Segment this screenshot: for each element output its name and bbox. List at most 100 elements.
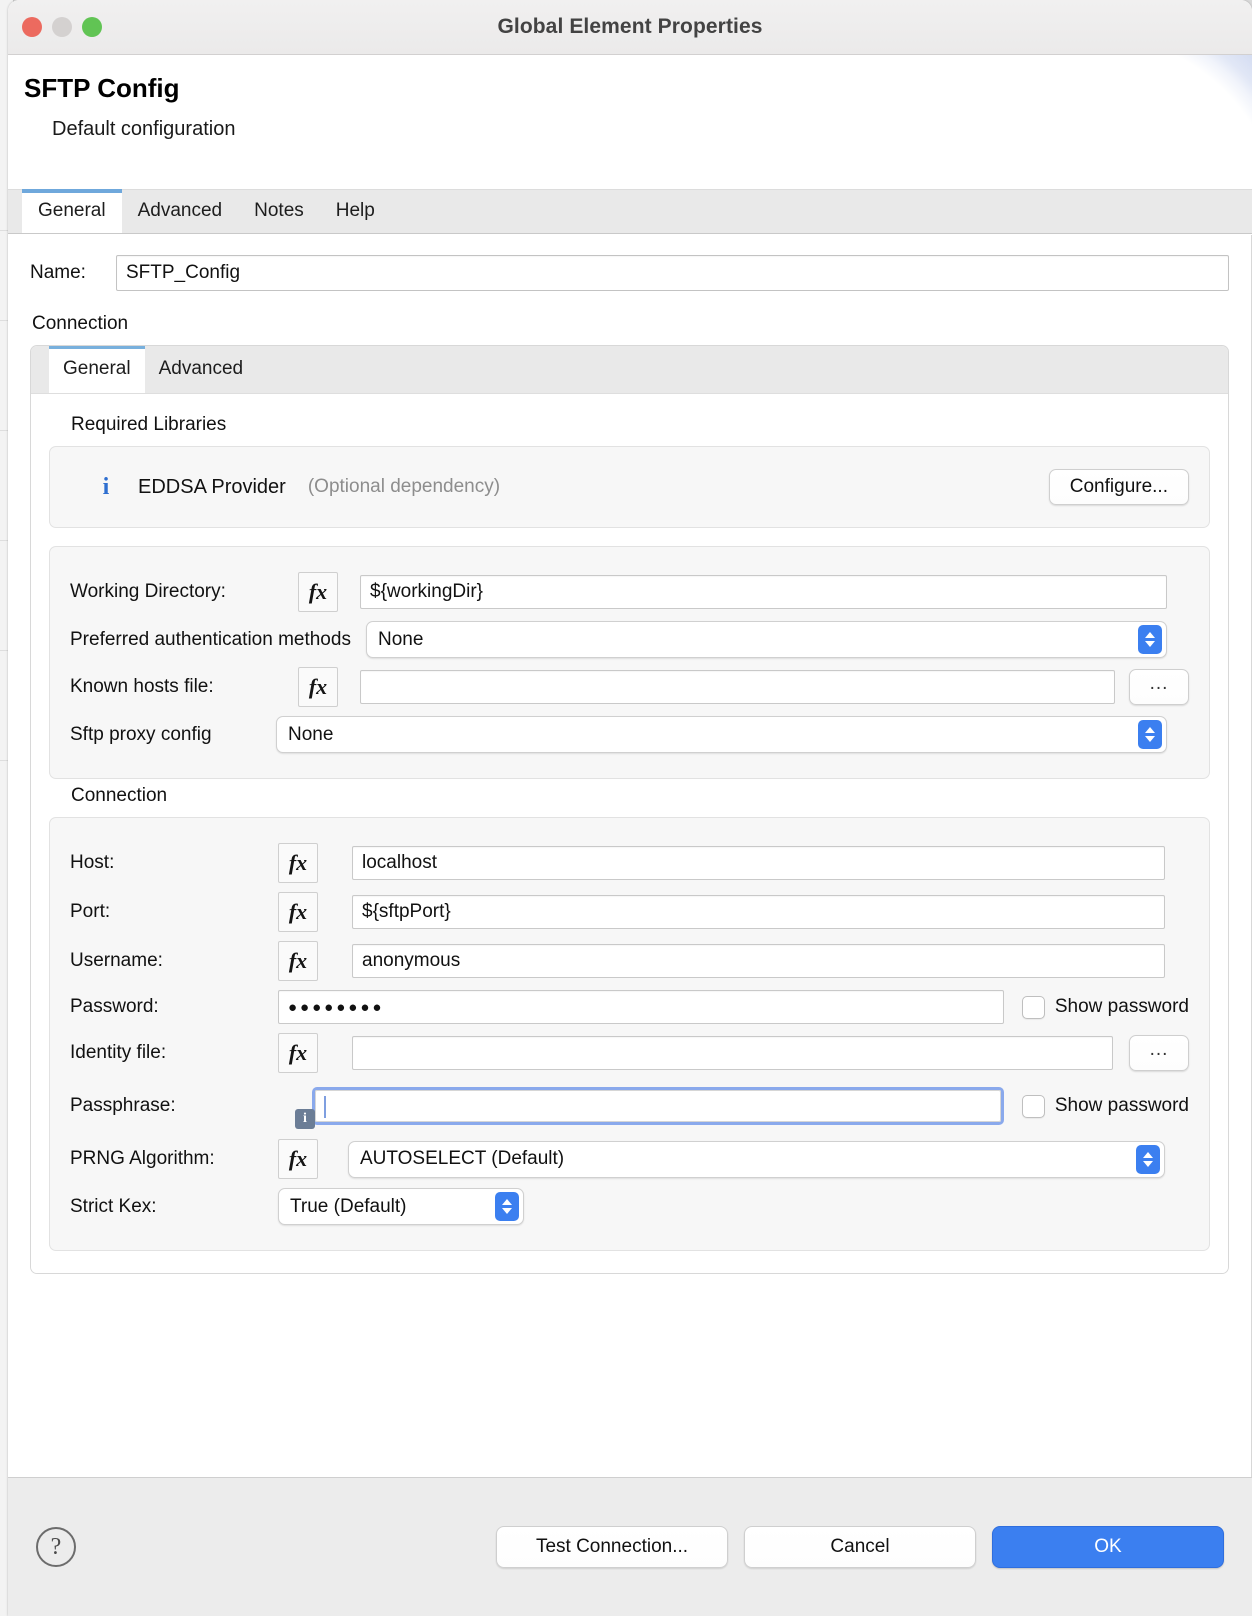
connection-tab-panel: Required Libraries i EDDSA Provider (Opt… (31, 394, 1228, 1273)
passphrase-info-badge-icon: i (295, 1109, 315, 1129)
chevron-updown-icon (1138, 720, 1162, 749)
known-hosts-input[interactable] (360, 670, 1115, 704)
passphrase-field-wrapper: i (295, 1087, 1004, 1129)
show-password-label: Show password (1054, 996, 1189, 1017)
known-hosts-browse-button[interactable]: ... (1129, 669, 1189, 705)
show-password-checkbox[interactable] (1021, 995, 1045, 1019)
prng-algorithm-select[interactable]: AUTOSELECT (Default) (348, 1140, 1165, 1178)
prng-algorithm-fx-button[interactable]: fx (278, 1139, 318, 1179)
tab-general[interactable]: General (22, 189, 122, 233)
library-optional-note: (Optional dependency) (307, 476, 501, 497)
prng-algorithm-value: AUTOSELECT (Default) (360, 1148, 565, 1169)
show-passphrase-checkbox[interactable] (1021, 1094, 1045, 1118)
identity-file-input[interactable] (352, 1036, 1113, 1070)
working-directory-row: Working Directory: fx (70, 572, 1189, 612)
password-row: Password: ●●●●●●●● Show password (70, 990, 1189, 1024)
working-directory-label: Working Directory: (70, 581, 226, 602)
sftp-proxy-value: None (288, 723, 334, 745)
known-hosts-label: Known hosts file: (70, 676, 214, 697)
name-label: Name: (30, 262, 86, 283)
cancel-button[interactable]: Cancel (744, 1526, 976, 1568)
identity-file-label: Identity file: (70, 1042, 167, 1063)
name-row: Name: (30, 255, 1229, 291)
strict-kex-row: Strict Kex: True (Default) (70, 1188, 1189, 1225)
window-title: Global Element Properties (497, 15, 763, 38)
port-fx-button[interactable]: fx (278, 892, 318, 932)
page-subtitle: Default configuration (52, 118, 236, 140)
show-passphrase-label: Show password (1054, 1095, 1189, 1116)
library-name: EDDSA Provider (138, 475, 286, 498)
known-hosts-fx-button[interactable]: fx (298, 667, 338, 707)
host-row: Host: fx (70, 843, 1189, 883)
sftp-proxy-row: Sftp proxy config None (70, 716, 1189, 753)
dialog-footer: ? Test Connection... Cancel OK (8, 1477, 1252, 1616)
show-passphrase-checkbox-wrap: Show password (1021, 1094, 1189, 1118)
header-decoration-arc-inner (1012, 55, 1252, 189)
window-titlebar: Global Element Properties (8, 0, 1252, 55)
password-label: Password: (70, 996, 159, 1017)
help-icon[interactable]: ? (36, 1527, 76, 1567)
username-row: Username: fx (70, 941, 1189, 981)
preferred-auth-select[interactable]: None (366, 621, 1167, 658)
preferred-auth-value: None (378, 628, 424, 650)
text-caret (324, 1096, 326, 1118)
sftp-proxy-label: Sftp proxy config (70, 723, 212, 745)
ok-button[interactable]: OK (992, 1526, 1224, 1568)
name-input[interactable] (116, 255, 1229, 291)
passphrase-label: Passphrase: (70, 1095, 176, 1116)
strict-kex-label: Strict Kex: (70, 1195, 157, 1217)
main-tab-bar: General Advanced Notes Help (8, 189, 1252, 234)
prng-algorithm-label: PRNG Algorithm: (70, 1148, 215, 1169)
show-password-checkbox-wrap: Show password (1021, 995, 1189, 1019)
tab-help[interactable]: Help (320, 189, 391, 233)
chevron-updown-icon (1138, 625, 1162, 654)
general-settings-box: Working Directory: fx Preferred authenti… (49, 546, 1210, 779)
host-fx-button[interactable]: fx (278, 843, 318, 883)
port-input[interactable] (352, 895, 1165, 929)
required-libraries-box: i EDDSA Provider (Optional dependency) C… (49, 446, 1210, 528)
strict-kex-select[interactable]: True (Default) (278, 1188, 524, 1225)
port-label: Port: (70, 901, 111, 922)
preferred-auth-row: Preferred authentication methods None (70, 621, 1189, 658)
identity-file-browse-button[interactable]: ... (1129, 1035, 1189, 1071)
connection-group-title: Connection (71, 785, 168, 806)
connection-tab-advanced[interactable]: Advanced (145, 346, 258, 393)
info-icon: i (102, 473, 110, 500)
preferred-auth-label: Preferred authentication methods (70, 628, 351, 650)
connection-tab-general[interactable]: General (49, 346, 145, 393)
chevron-updown-icon (1136, 1144, 1160, 1174)
general-tab-panel: Name: Connection General Advanced Requir… (8, 235, 1252, 1477)
known-hosts-row: Known hosts file: fx ... (70, 667, 1189, 707)
strict-kex-value: True (Default) (290, 1195, 407, 1217)
sftp-proxy-select[interactable]: None (276, 716, 1167, 753)
host-label: Host: (70, 852, 115, 873)
working-directory-input[interactable] (360, 575, 1167, 609)
passphrase-input[interactable] (315, 1090, 1001, 1122)
connection-settings-box: Host: fx Port: fx Username: fx (49, 817, 1210, 1251)
connection-card: General Advanced Required Libraries i ED… (30, 345, 1229, 1274)
page-title: SFTP Config (24, 73, 180, 103)
required-libraries-title: Required Libraries (71, 414, 227, 435)
working-directory-fx-button[interactable]: fx (298, 572, 338, 612)
dialog-header: SFTP Config Default configuration (8, 55, 1252, 190)
connection-section-label: Connection (32, 313, 129, 334)
tab-advanced[interactable]: Advanced (122, 189, 239, 233)
library-row: i EDDSA Provider (Optional dependency) C… (70, 469, 1189, 505)
identity-file-row: Identity file: fx ... (70, 1033, 1189, 1073)
global-element-properties-dialog: Global Element Properties SFTP Config De… (8, 0, 1252, 1616)
tab-notes[interactable]: Notes (238, 189, 320, 233)
identity-file-fx-button[interactable]: fx (278, 1033, 318, 1073)
passphrase-row: Passphrase: i Show password (70, 1087, 1189, 1129)
host-input[interactable] (352, 846, 1165, 880)
test-connection-button[interactable]: Test Connection... (496, 1526, 728, 1568)
password-input[interactable]: ●●●●●●●● (278, 990, 1004, 1024)
port-row: Port: fx (70, 892, 1189, 932)
chevron-updown-icon (495, 1192, 519, 1221)
configure-button[interactable]: Configure... (1048, 469, 1189, 505)
prng-algorithm-row: PRNG Algorithm: fx AUTOSELECT (Default) (70, 1139, 1189, 1179)
connection-tab-bar: General Advanced (31, 346, 1228, 394)
username-label: Username: (70, 950, 163, 971)
username-input[interactable] (352, 944, 1165, 978)
footer-buttons: Test Connection... Cancel OK (496, 1526, 1224, 1568)
username-fx-button[interactable]: fx (278, 941, 318, 981)
